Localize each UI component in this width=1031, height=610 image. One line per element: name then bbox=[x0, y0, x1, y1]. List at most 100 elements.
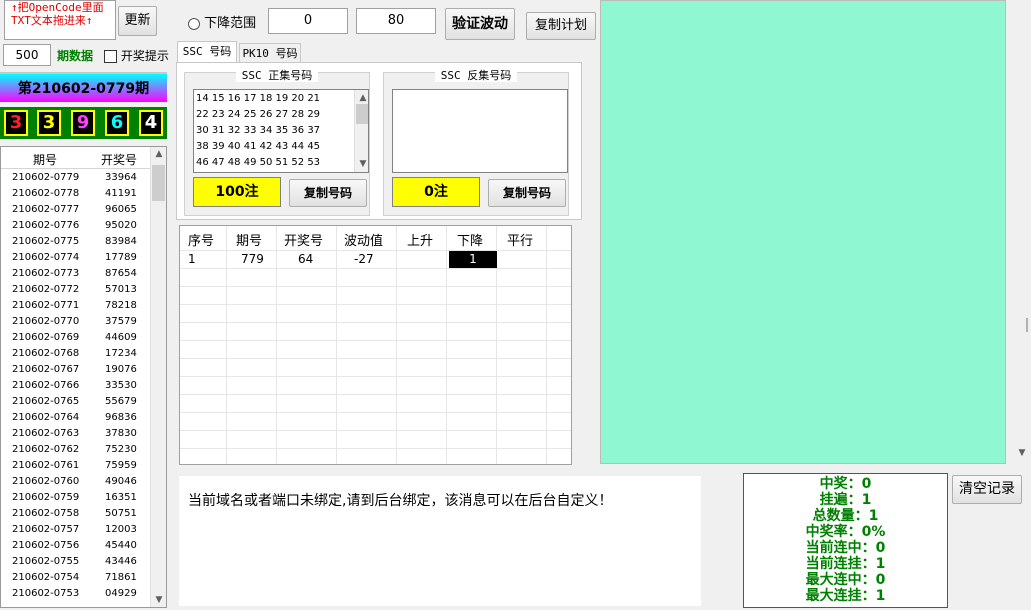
grid-header-fluctuation: 波动值 bbox=[344, 234, 384, 249]
history-row[interactable]: 210602-0765 55679 bbox=[1, 394, 151, 410]
history-row[interactable]: 210602-0756 45440 bbox=[1, 538, 151, 554]
history-number: 75230 bbox=[105, 444, 137, 455]
draw-ball: 3 bbox=[37, 110, 61, 136]
drop-range-label: 下降范围 bbox=[204, 16, 257, 31]
scroll-down-icon[interactable]: ▼ bbox=[151, 595, 166, 605]
draw-alert-option[interactable]: 开奖提示 bbox=[104, 47, 169, 64]
scroll-down-icon[interactable]: ▼ bbox=[355, 156, 368, 172]
history-scroll-thumb[interactable] bbox=[152, 165, 165, 201]
current-issue-banner: 第210602-0779期 bbox=[0, 72, 167, 102]
history-row[interactable]: 210602-0753 04929 bbox=[1, 586, 151, 602]
grid-header-rise: 上升 bbox=[407, 234, 434, 249]
negative-set-title: SSC 反集号码 bbox=[434, 69, 518, 82]
range-min-input[interactable]: 0 bbox=[268, 8, 348, 34]
draw-alert-label: 开奖提示 bbox=[120, 49, 169, 63]
drop-txt-hint[interactable]: ↑把OpenCode里面 TXT文本拖进来↑ bbox=[4, 0, 116, 40]
period-count-input[interactable]: 500 bbox=[3, 44, 51, 66]
grid-cell-drop-selected[interactable]: 1 bbox=[449, 251, 497, 268]
history-issue: 210602-0779 bbox=[12, 172, 80, 183]
history-row[interactable]: 210602-0764 96836 bbox=[1, 410, 151, 426]
history-issue: 210602-0769 bbox=[12, 332, 80, 343]
numbers-scroll-thumb[interactable] bbox=[356, 104, 368, 124]
history-number: 37579 bbox=[105, 316, 137, 327]
grid-row-line bbox=[180, 376, 571, 377]
history-issue: 210602-0759 bbox=[12, 492, 80, 503]
history-row[interactable]: 210602-0762 75230 bbox=[1, 442, 151, 458]
history-row[interactable]: 210602-0754 71861 bbox=[1, 570, 151, 586]
tab-pk10[interactable]: PK10 号码 bbox=[239, 43, 301, 63]
history-row[interactable]: 210602-0777 96065 bbox=[1, 202, 151, 218]
history-issue: 210602-0765 bbox=[12, 396, 80, 407]
copy-negative-button[interactable]: 复制号码 bbox=[488, 179, 566, 207]
history-row[interactable]: 210602-0773 87654 bbox=[1, 266, 151, 282]
history-row[interactable]: 210602-0763 37830 bbox=[1, 426, 151, 442]
history-issue: 210602-0763 bbox=[12, 428, 80, 439]
drop-range-radio[interactable] bbox=[188, 17, 200, 30]
copy-plan-button[interactable]: 复制计划 bbox=[526, 12, 596, 40]
grid-row-line bbox=[180, 430, 571, 431]
number-line: 38 39 40 41 42 43 44 45 bbox=[196, 141, 321, 152]
history-row[interactable]: 210602-0759 16351 bbox=[1, 490, 151, 506]
history-issue: 210602-0753 bbox=[12, 588, 80, 599]
grid-row-line bbox=[180, 286, 571, 287]
stat-misses: 挂遍：1 bbox=[819, 492, 872, 508]
scroll-up-icon[interactable]: ▲ bbox=[151, 149, 166, 159]
history-row[interactable]: 210602-0770 37579 bbox=[1, 314, 151, 330]
history-row[interactable]: 210602-0769 44609 bbox=[1, 330, 151, 346]
update-button[interactable]: 更新 bbox=[118, 6, 157, 36]
scroll-down-icon[interactable]: ▼ bbox=[1014, 448, 1030, 458]
grid-row-line bbox=[180, 340, 571, 341]
history-row[interactable]: 210602-0771 78218 bbox=[1, 298, 151, 314]
history-row[interactable]: 210602-0774 17789 bbox=[1, 250, 151, 266]
history-row[interactable]: 210602-0775 83984 bbox=[1, 234, 151, 250]
result-grid[interactable]: 序号 期号 开奖号 波动值 上升 下降 平行 1 779 64 -27 1 bbox=[179, 225, 572, 465]
history-issue: 210602-0754 bbox=[12, 572, 80, 583]
clear-records-button[interactable]: 清空记录 bbox=[952, 475, 1022, 504]
copy-positive-button[interactable]: 复制号码 bbox=[289, 179, 367, 207]
history-number: 96065 bbox=[105, 204, 137, 215]
grid-header-index: 序号 bbox=[188, 234, 215, 249]
positive-count: 100注 bbox=[193, 177, 281, 207]
history-issue: 210602-0778 bbox=[12, 188, 80, 199]
stat-current-streak-win: 当前连中：0 bbox=[805, 540, 886, 556]
history-scrollbar[interactable]: ▲ ▼ bbox=[150, 147, 166, 607]
plan-output-panel[interactable] bbox=[600, 0, 1006, 464]
number-line: 46 47 48 49 50 51 52 53 bbox=[196, 157, 321, 168]
draw-ball: 9 bbox=[71, 110, 95, 136]
history-issue: 210602-0755 bbox=[12, 556, 80, 567]
history-issue: 210602-0760 bbox=[12, 476, 80, 487]
history-number: 78218 bbox=[105, 300, 137, 311]
draw-alert-checkbox[interactable] bbox=[104, 50, 117, 63]
history-number: 37830 bbox=[105, 428, 137, 439]
history-row[interactable]: 210602-0760 49046 bbox=[1, 474, 151, 490]
history-row[interactable]: 210602-0766 33530 bbox=[1, 378, 151, 394]
history-list[interactable]: 期号 开奖号 210602-0779 33964 210602-0778 41191 2… bbox=[0, 146, 167, 608]
range-max-input[interactable]: 80 bbox=[356, 8, 436, 34]
history-row[interactable]: 210602-0776 95020 bbox=[1, 218, 151, 234]
history-row[interactable]: 210602-0757 12003 bbox=[1, 522, 151, 538]
history-row[interactable]: 210602-0761 75959 bbox=[1, 458, 151, 474]
drop-range-option[interactable]: 下降范围 bbox=[188, 12, 256, 31]
history-issue: 210602-0767 bbox=[12, 364, 80, 375]
window-scrollbar[interactable]: ▼ bbox=[1012, 0, 1031, 464]
drop-hint-line1: ↑把OpenCode里面 bbox=[11, 1, 104, 14]
history-row[interactable]: 210602-0779 33964 bbox=[1, 170, 151, 186]
numbers-scrollbar[interactable]: ▲ ▼ bbox=[354, 90, 368, 172]
verify-fluctuation-button[interactable]: 验证波动 bbox=[445, 8, 515, 40]
tab-ssc[interactable]: SSC 号码 bbox=[177, 41, 237, 63]
history-row[interactable]: 210602-0758 50751 bbox=[1, 506, 151, 522]
history-row[interactable]: 210602-0755 43446 bbox=[1, 554, 151, 570]
history-row[interactable]: 210602-0772 57013 bbox=[1, 282, 151, 298]
history-number: 04929 bbox=[105, 588, 137, 599]
negative-numbers-box[interactable] bbox=[392, 89, 568, 173]
history-header: 期号 开奖号 bbox=[1, 147, 151, 169]
history-row[interactable]: 210602-0778 41191 bbox=[1, 186, 151, 202]
history-row[interactable]: 210602-0768 17234 bbox=[1, 346, 151, 362]
grid-row-line bbox=[180, 304, 571, 305]
history-row[interactable]: 210602-0767 19076 bbox=[1, 362, 151, 378]
negative-count: 0注 bbox=[392, 177, 480, 207]
draw-balls: 3 3 9 6 4 bbox=[0, 107, 167, 139]
positive-numbers-box[interactable]: 14 15 16 17 18 19 20 21 22 23 24 25 26 2… bbox=[193, 89, 369, 173]
history-header-issue: 期号 bbox=[33, 153, 58, 167]
period-data-label: 期数据 bbox=[57, 49, 94, 63]
